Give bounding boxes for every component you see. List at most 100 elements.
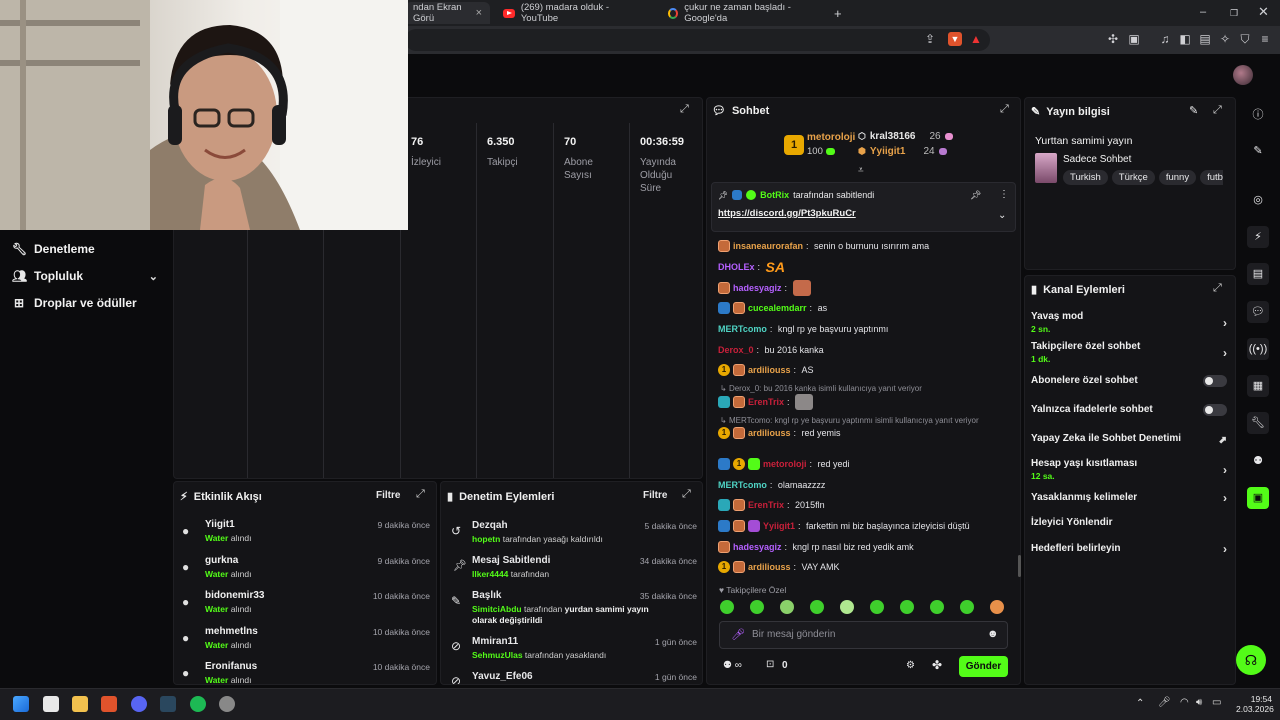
emote[interactable] [900,600,914,614]
expand-icon[interactable]: ⤢ [682,488,691,501]
expand-icon[interactable]: ⤢ [416,488,425,501]
emote[interactable] [780,600,794,614]
pin-icon[interactable]: 📌︎ [970,190,981,201]
extensions-icon[interactable]: ✣ [1106,32,1120,46]
emote[interactable] [720,600,734,614]
media-icon[interactable]: ♫ [1158,32,1172,46]
wrench-icon[interactable]: 🔧︎ [1247,412,1269,434]
new-tab-button[interactable]: + [826,2,850,24]
windows-start-icon[interactable] [13,696,29,712]
brave-icon[interactable] [101,696,117,712]
slow-mode-row[interactable]: Yavaş mod 2 sn. › [1031,311,1227,334]
subscribers-only-row[interactable]: Abonelere özel sohbet [1031,375,1227,387]
send-button[interactable]: Gönder [959,656,1008,677]
emote[interactable] [750,600,764,614]
leader-second[interactable]: ⬡ kral38166 26 [858,131,953,142]
wallet-icon[interactable]: ▤ [1198,32,1212,46]
pinned-link[interactable]: https://discord.gg/Pt3pkuRuCr [718,208,856,219]
address-bar[interactable] [405,29,990,51]
toggle-switch[interactable] [1203,404,1227,416]
nav-item-drops[interactable]: ⊞ Droplar ve ödüller [12,296,137,310]
tag[interactable]: Türkçe [1111,170,1155,185]
brave-shield-icon[interactable]: ▼ [948,32,962,46]
leader-third[interactable]: ⬢ Yyiigit1 24 [858,146,947,157]
raid-row[interactable]: İzleyici Yönlendir [1031,517,1227,528]
steam-icon[interactable] [160,696,176,712]
emote[interactable] [810,600,824,614]
discord-icon[interactable] [131,696,147,712]
puzzle-icon[interactable]: ✤ [932,658,942,672]
nav-item-moderation[interactable]: 🔧︎ Denetleme [12,242,95,256]
filter-button[interactable]: Filtre [643,490,667,501]
clock[interactable]: 19:54 2.03.2026 [1236,694,1274,714]
chat-scrollbar[interactable] [1018,555,1021,577]
tab-screen-capture[interactable]: ndan Ekran Görü × [405,2,490,24]
chat-bubble-icon[interactable]: 💬︎ [1247,301,1269,323]
nav-item-community[interactable]: 👥︎ Topluluk ⌄ [12,269,158,283]
drops-icon[interactable]: ⚉ [1247,450,1269,472]
tag[interactable]: Turkish [1063,170,1108,185]
user-name[interactable]: Eronifanus [205,661,257,672]
sidebar-icon[interactable]: ◧ [1178,32,1192,46]
expand-icon[interactable]: ⤢ [1213,104,1222,117]
emote[interactable] [840,600,854,614]
toggle-switch[interactable] [1203,375,1227,387]
mic-icon[interactable]: 🎤︎ [731,628,745,641]
expand-icon[interactable]: ⤢ [1000,103,1009,116]
rewards-icon[interactable]: ▲ [969,32,983,46]
support-icon[interactable]: ☊ [1236,645,1266,675]
close-icon[interactable]: × [476,7,482,19]
close-window-icon[interactable]: ✕ [1258,4,1269,20]
collapse-icon[interactable]: ⩡ [858,165,864,176]
tag[interactable]: futb [1200,170,1223,185]
spotify-icon[interactable] [190,696,206,712]
tab-google[interactable]: çukur ne zaman başladı - Google'da [660,2,828,24]
volume-icon[interactable]: 🔊︎ [1196,697,1202,708]
goals-row[interactable]: Hedefleri belirleyin › [1031,542,1227,556]
ai-moderation-row[interactable]: Yapay Zeka ile Sohbet Denetimi ⬈ [1031,433,1227,446]
task-view-icon[interactable] [43,696,59,712]
chevron-down-icon[interactable]: ⌄ [998,210,1006,221]
tray-chevron-icon[interactable]: ⌃ [1136,698,1144,709]
account-age-row[interactable]: Hesap yaşı kısıtlaması 12 sa. › [1031,458,1227,481]
emote[interactable] [930,600,944,614]
share-icon[interactable]: ⇪ [923,32,937,46]
camera-icon[interactable]: ◎ [1247,189,1269,211]
bolt-icon[interactable]: ⚡︎ [1247,226,1269,248]
user-name[interactable]: gurkna [205,555,238,566]
edit-icon[interactable]: ✎ [1189,104,1198,117]
emote[interactable] [960,600,974,614]
minimize-icon[interactable]: – [1200,6,1206,18]
gift-icon[interactable]: ▣ [1247,487,1269,509]
menu-icon[interactable]: ≡ [1258,32,1272,46]
pencil-icon[interactable]: ✎ [1247,140,1269,162]
vpn-icon[interactable]: ⛉ [1238,32,1252,46]
wifi-icon[interactable]: ◠ [1180,697,1189,708]
leader-name[interactable]: metoroloji [807,132,855,143]
user-name[interactable]: mehmetlns [205,626,258,637]
banned-words-row[interactable]: Yasaklanmış kelimeler › [1031,491,1227,505]
layout-icon[interactable]: ▦ [1247,375,1269,397]
battery-icon[interactable]: ▭ [1212,697,1221,708]
obs-icon[interactable] [219,696,235,712]
emote[interactable] [870,600,884,614]
info-icon[interactable]: ⓘ [1247,104,1269,126]
screenshot-icon[interactable]: ▣ [1127,32,1141,46]
followers-only-row[interactable]: Takipçilere özel sohbet 1 dk. › [1031,341,1227,364]
settings-icon[interactable]: ⚙ [906,660,915,671]
avatar[interactable] [1233,65,1253,85]
more-icon[interactable]: ⋮ [999,189,1009,200]
tab-youtube[interactable]: (269) madara olduk - YouTube [495,2,655,24]
tag[interactable]: funny [1158,170,1197,185]
emote-only-row[interactable]: Yalnızca ifadelerle sohbet [1031,404,1227,416]
mic-icon[interactable]: 🎤︎ [1158,697,1171,708]
user-name[interactable]: bidonemir33 [205,590,264,601]
broadcast-icon[interactable]: ((•)) [1247,338,1269,360]
leo-icon[interactable]: ✧ [1218,32,1232,46]
emote[interactable] [990,600,1004,614]
file-explorer-icon[interactable] [72,696,88,712]
doc-icon[interactable]: ▤ [1247,263,1269,285]
user-name[interactable]: Yiigit1 [205,519,235,530]
restore-icon[interactable]: ❐ [1230,8,1238,19]
filter-button[interactable]: Filtre [376,490,400,501]
